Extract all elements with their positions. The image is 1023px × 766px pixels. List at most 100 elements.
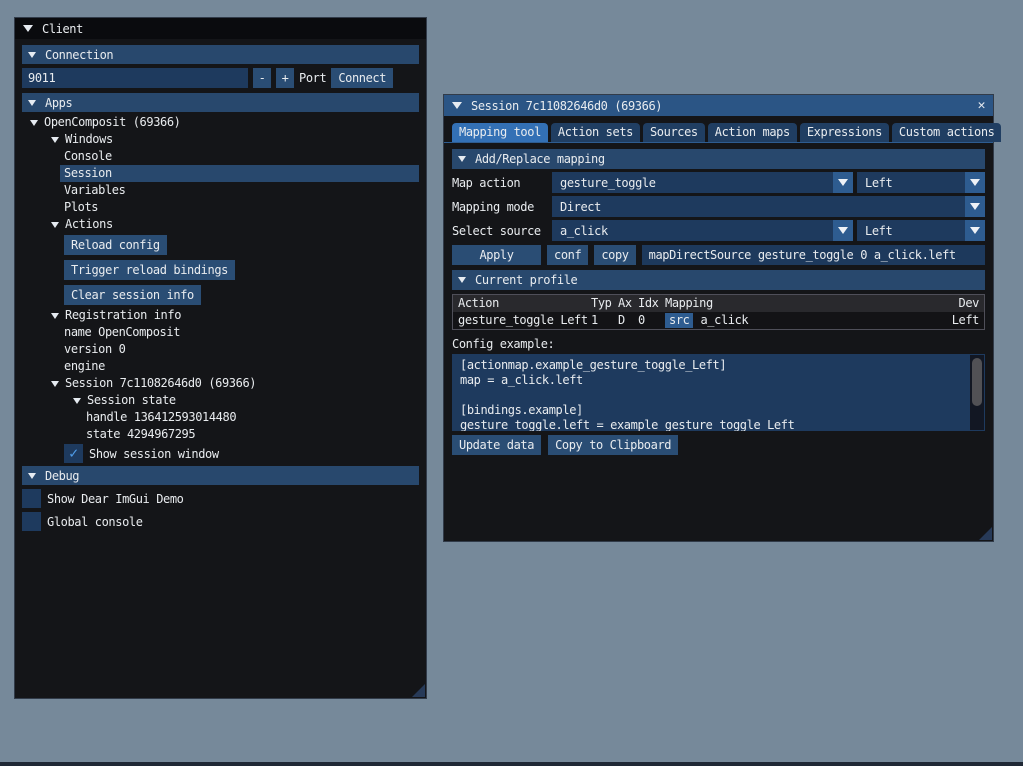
tab-sources[interactable]: Sources	[643, 123, 705, 142]
tree-item-actions[interactable]: Actions	[22, 216, 419, 233]
apps-header-label: Apps	[45, 96, 72, 110]
registration-engine-label: engine	[64, 358, 105, 375]
mapping-mode-combo[interactable]: Direct	[552, 196, 985, 217]
reload-config-button[interactable]: Reload config	[64, 235, 167, 255]
resize-grip[interactable]	[412, 684, 425, 697]
copy-button[interactable]: copy	[594, 245, 635, 265]
chevron-down-icon	[965, 220, 985, 241]
select-source-combo[interactable]: a_click	[552, 220, 853, 241]
select-source-row: Select source a_click Left	[452, 220, 985, 241]
registration-engine: engine	[22, 358, 419, 375]
update-data-button[interactable]: Update data	[452, 435, 541, 455]
apply-button[interactable]: Apply	[452, 245, 541, 265]
map-action-side-combo[interactable]: Left	[857, 172, 985, 193]
port-input[interactable]	[22, 68, 248, 88]
tree-open-arrow-icon	[51, 222, 59, 228]
map-action-side-value: Left	[865, 176, 892, 190]
collapse-arrow-icon	[458, 156, 466, 162]
config-line: map = a_click.left	[460, 373, 961, 388]
profile-table: Action Typ Ax Idx Mapping Dev gesture_to…	[452, 294, 985, 330]
check-icon: ✓	[69, 446, 78, 461]
connection-header[interactable]: Connection	[22, 45, 419, 64]
tree-item-session-selected[interactable]: Session	[60, 165, 419, 182]
session-state-value: state 4294967295	[22, 426, 419, 443]
tree-open-arrow-icon	[73, 398, 81, 404]
checkbox-checked[interactable]: ✓	[64, 444, 83, 463]
registration-version: version 0	[22, 341, 419, 358]
tree-open-arrow-icon	[51, 381, 59, 387]
tree-item-session-state[interactable]: Session state	[22, 392, 419, 409]
mapping-mode-label: Mapping mode	[452, 200, 548, 214]
global-console-checkbox[interactable]: Global console	[22, 512, 419, 531]
copy-to-clipboard-button[interactable]: Copy to Clipboard	[548, 435, 678, 455]
current-profile-header[interactable]: Current profile	[452, 270, 985, 290]
tab-mapping-tool[interactable]: Mapping tool	[452, 123, 548, 142]
apps-header[interactable]: Apps	[22, 93, 419, 112]
tree-item-console[interactable]: Console	[22, 148, 419, 165]
tree-item-windows[interactable]: Windows	[22, 131, 419, 148]
registration-version-label: version 0	[64, 341, 125, 358]
command-preview-text: mapDirectSource gesture_toggle 0 a_click…	[649, 248, 956, 262]
col-idx: Idx	[638, 295, 665, 312]
chevron-down-icon	[965, 172, 985, 193]
checkbox-unchecked[interactable]	[22, 512, 41, 531]
port-decrement-button[interactable]: -	[253, 68, 271, 88]
tab-action-sets[interactable]: Action sets	[551, 123, 640, 142]
config-line: gesture_toggle.left = example_gesture_to…	[460, 418, 961, 431]
connect-button[interactable]: Connect	[331, 68, 393, 88]
map-action-row: Map action gesture_toggle Left	[452, 172, 985, 193]
tree-open-arrow-icon	[51, 137, 59, 143]
map-action-combo[interactable]: gesture_toggle	[552, 172, 853, 193]
select-source-value: a_click	[560, 224, 608, 238]
command-preview-field[interactable]: mapDirectSource gesture_toggle 0 a_click…	[642, 245, 985, 265]
collapse-arrow-icon	[458, 277, 466, 283]
port-row: - + Port Connect	[22, 68, 419, 88]
cell-typ: 1	[591, 312, 618, 329]
trigger-reload-bindings-button[interactable]: Trigger reload bindings	[64, 260, 235, 280]
connection-header-label: Connection	[45, 48, 113, 62]
tree-open-arrow-icon	[51, 313, 59, 319]
tree-item-plots[interactable]: Plots	[22, 199, 419, 216]
map-action-label: Map action	[452, 176, 548, 190]
src-badge[interactable]: src	[665, 313, 693, 328]
checkbox-unchecked[interactable]	[22, 489, 41, 508]
show-session-window-checkbox[interactable]: ✓ Show session window	[64, 444, 419, 463]
tab-action-maps[interactable]: Action maps	[708, 123, 797, 142]
client-titlebar[interactable]: Client	[15, 18, 426, 39]
tab-expressions[interactable]: Expressions	[800, 123, 889, 142]
cell-mapping-value: a_click	[700, 312, 748, 329]
resize-grip[interactable]	[979, 527, 992, 540]
collapse-arrow-icon	[28, 473, 36, 479]
session-titlebar[interactable]: Session 7c11082646d0 (69366) ✕	[444, 95, 993, 116]
config-scrollbar[interactable]	[970, 355, 984, 430]
tree-item-session-node[interactable]: Session 7c11082646d0 (69366)	[22, 375, 419, 392]
add-replace-mapping-header[interactable]: Add/Replace mapping	[452, 149, 985, 169]
select-source-side-combo[interactable]: Left	[857, 220, 985, 241]
tree-item-registration-info[interactable]: Registration info	[22, 307, 419, 324]
debug-header[interactable]: Debug	[22, 466, 419, 485]
tree-item-label: Session 7c11082646d0 (69366)	[65, 375, 256, 392]
config-buttons-row: Update data Copy to Clipboard	[452, 435, 985, 455]
tree-item-opencomposit[interactable]: OpenComposit (69366)	[22, 114, 419, 131]
collapse-arrow-icon	[28, 100, 36, 106]
tree-item-variables[interactable]: Variables	[22, 182, 419, 199]
table-row[interactable]: gesture_toggle Left 1 D 0 src a_click Le…	[453, 312, 984, 329]
mapping-mode-value: Direct	[560, 200, 601, 214]
registration-name-label: name OpenComposit	[64, 324, 180, 341]
col-mapping: Mapping	[665, 295, 959, 312]
config-scrollbar-thumb[interactable]	[972, 358, 982, 406]
port-increment-button[interactable]: +	[276, 68, 294, 88]
clear-session-info-button[interactable]: Clear session info	[64, 285, 201, 305]
close-icon[interactable]: ✕	[978, 98, 985, 113]
conf-button[interactable]: conf	[547, 245, 588, 265]
config-example-textbox[interactable]: [actionmap.example_gesture_toggle_Left] …	[452, 354, 985, 431]
cell-idx: 0	[638, 312, 665, 329]
tree-item-label: Console	[64, 148, 112, 165]
global-console-label: Global console	[47, 515, 143, 529]
show-imgui-demo-checkbox[interactable]: Show Dear ImGui Demo	[22, 489, 419, 508]
session-handle: handle 136412593014480	[22, 409, 419, 426]
cell-dev: Left	[952, 312, 979, 329]
tab-custom-actions[interactable]: Custom actions	[892, 123, 1002, 142]
show-imgui-demo-label: Show Dear ImGui Demo	[47, 492, 184, 506]
show-session-window-label: Show session window	[89, 447, 219, 461]
